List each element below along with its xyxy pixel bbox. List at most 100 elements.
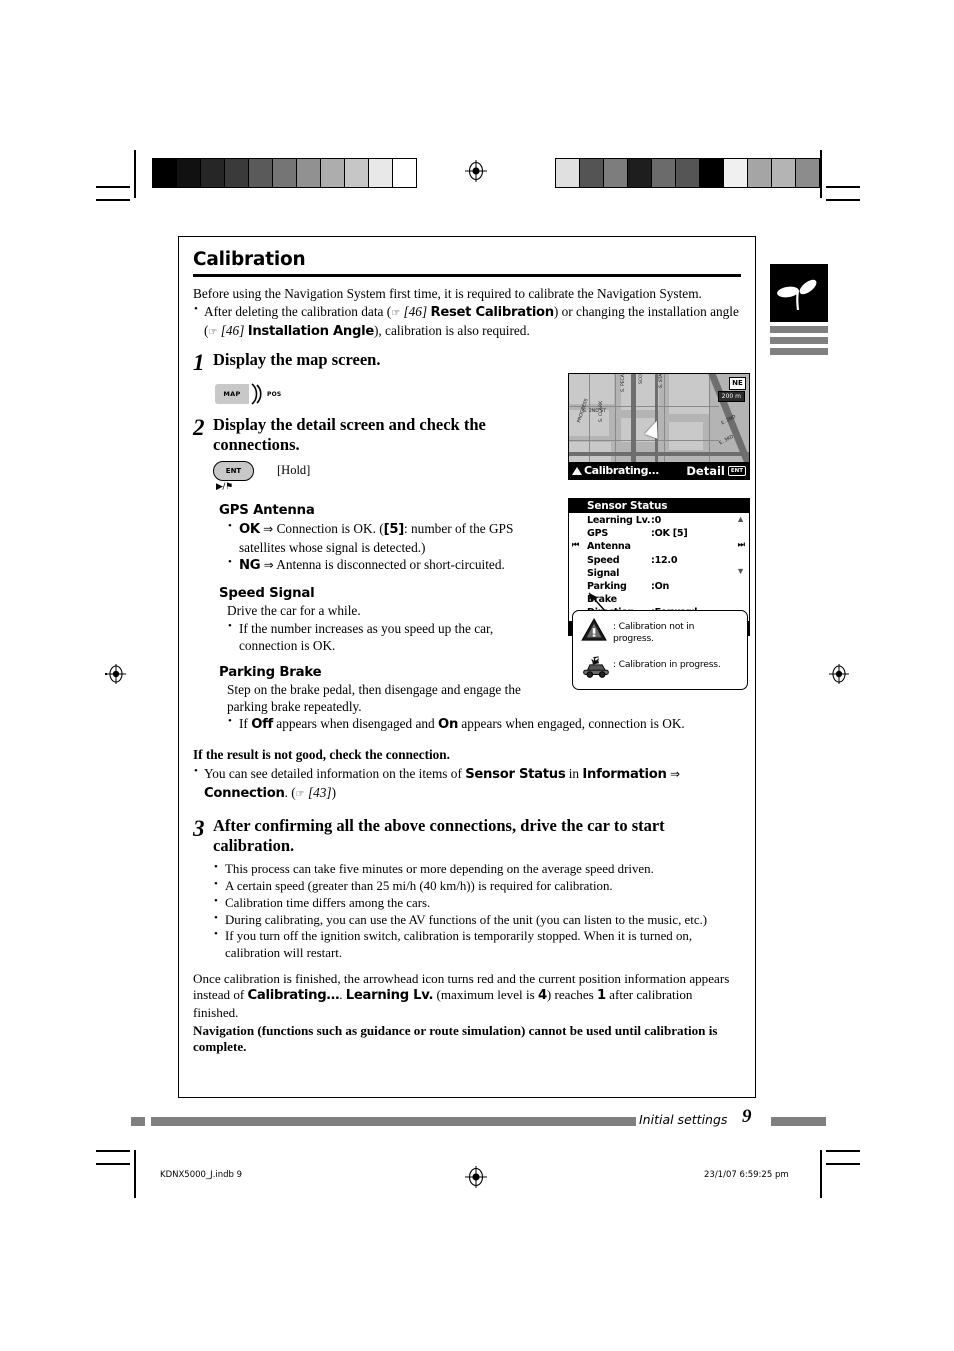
color-calibration-bar-left	[152, 158, 417, 188]
registration-target-bottom	[465, 1166, 487, 1188]
imprint-filename: KDNX5000_J.indb 9	[160, 1170, 243, 1180]
warning-triangle-icon	[581, 617, 613, 647]
closing-d: ) reaches	[546, 987, 598, 1003]
registration-target-left-mid	[106, 664, 126, 684]
street-label: S. PECAN ST	[621, 373, 626, 392]
map-minor-road	[569, 406, 719, 408]
street-label: S. STATE ST	[659, 373, 664, 388]
compass-direction-indicator: NE	[729, 377, 746, 390]
map-block	[569, 374, 614, 404]
pointing-hand-icon-2: ☞	[208, 327, 218, 339]
step-3-body: This process can take five minutes or mo…	[213, 860, 741, 962]
legend-row-not-in-progress: : Calibration not in progress.	[581, 617, 747, 647]
step-3-text: After confirming all the above connectio…	[213, 816, 665, 856]
prev-page-icon[interactable]: ⏮	[572, 540, 579, 550]
step-3-bullet-list: This process can take five minutes or mo…	[213, 860, 741, 962]
chapter-thumb-tab	[770, 264, 828, 355]
color-swatch	[795, 159, 819, 187]
parking-brake-list: If Off appears when disengaged and On ap…	[227, 714, 741, 734]
ent-key-column: ENT ▶/⚑	[213, 461, 265, 492]
color-swatch	[603, 159, 627, 187]
intro-bullet-part3: ), calibration is also required.	[373, 323, 530, 339]
sensor-row-value: :On	[651, 581, 670, 593]
footer-rule-mid	[151, 1117, 636, 1126]
rn-text-c: . (	[284, 785, 296, 801]
color-swatch	[699, 159, 723, 187]
sensor-row: GPS Antenna :OK [5]	[569, 527, 749, 553]
arrow-right-icon: ⇒	[263, 522, 274, 537]
page-title: Calibration	[193, 249, 306, 270]
color-swatch	[651, 159, 675, 187]
map-minor-road	[589, 374, 591, 462]
color-swatch	[320, 159, 344, 187]
scroll-up-icon[interactable]: ▲	[736, 514, 745, 524]
intro-bullet-list: After deleting the calibration data (☞ […	[193, 302, 741, 341]
signal-arcs-icon	[249, 382, 265, 406]
footer-rule-left	[131, 1117, 145, 1126]
color-swatch	[200, 159, 224, 187]
map-key-label: MAP	[215, 384, 249, 405]
step-3: 3 After confirming all the above connect…	[193, 816, 741, 856]
intro-ref-1: [46]	[403, 304, 428, 320]
next-page-icon[interactable]: ⏭	[738, 540, 745, 550]
color-swatch	[723, 159, 747, 187]
color-swatch	[579, 159, 603, 187]
crop-mark-bottom-right-h2	[826, 1163, 860, 1165]
map-major-road-vertical-2	[655, 374, 659, 462]
footer-section-label: Initial settings	[639, 1112, 728, 1127]
step-3-number: 3	[193, 816, 205, 842]
sensor-row: Learning Lv. :0	[569, 514, 749, 527]
navigation-warning: Navigation (functions such as guidance o…	[193, 1022, 718, 1055]
color-calibration-bar-right	[555, 158, 820, 188]
map-minor-road	[664, 374, 666, 462]
crop-mark-bottom-left-h2	[96, 1163, 130, 1165]
color-swatch	[176, 159, 200, 187]
step3-bullet: During calibrating, you can use the AV f…	[213, 911, 741, 929]
result-note-list: You can see detailed information on the …	[193, 764, 741, 803]
gps-ng-label: NG	[239, 558, 261, 574]
map-minor-road	[569, 440, 719, 442]
result-note-heading: If the result is not good, check the con…	[193, 747, 450, 763]
map-block	[669, 422, 703, 450]
closing-paragraph: Once calibration is finished, the arrowh…	[193, 971, 741, 1022]
step3-bullet: If you turn off the ignition switch, cal…	[213, 927, 741, 962]
learning-lv-term: Learning Lv.	[345, 988, 434, 1004]
speed-signal-bullet: If the number increases as you speed up …	[227, 619, 539, 654]
detail-ent-key-badge: ENT	[727, 465, 746, 476]
step-1: 1 Display the map screen.	[193, 350, 741, 374]
crop-mark-top-right-h	[826, 186, 860, 188]
step3-bullet: This process can take five minutes or mo…	[213, 860, 741, 878]
pos-key-label: POS	[267, 390, 282, 398]
reset-calibration-term: Reset Calibration	[430, 305, 554, 321]
rn-text-a: You can see detailed information on the …	[204, 766, 466, 782]
map-pos-key[interactable]: MAP POS	[215, 382, 281, 406]
step-2-number: 2	[193, 415, 205, 441]
street-label: SCOTT A AIR PKWY	[639, 374, 644, 384]
gps-ok-bracket: [5]	[383, 522, 405, 538]
arrow-right-icon-3: ⇒	[669, 767, 681, 782]
registration-target-top	[465, 160, 487, 182]
closing-c: (maximum level is	[433, 987, 538, 1003]
crop-mark-top-right-h2	[826, 199, 860, 201]
sensor-row-label: GPS Antenna	[587, 528, 631, 553]
pb-off-term: Off	[251, 717, 273, 733]
color-swatch	[248, 159, 272, 187]
crop-mark-top-left-h2	[96, 199, 130, 201]
sensor-status-term: Sensor Status	[465, 767, 566, 783]
pb-text-b: appears when disengaged and	[272, 716, 439, 732]
ent-key[interactable]: ENT	[213, 461, 254, 482]
map-major-road-horizontal	[569, 452, 749, 456]
step-1-text: Display the map screen.	[213, 350, 381, 370]
scroll-down-icon[interactable]: ▼	[736, 566, 745, 576]
detail-button-label[interactable]: Detail	[686, 464, 725, 478]
sensor-row-label: Parking Brake	[587, 581, 627, 606]
color-swatch	[392, 159, 416, 187]
color-swatch	[675, 159, 699, 187]
crop-mark-bottom-left-h	[96, 1150, 130, 1152]
sensor-status-title: Sensor Status	[569, 499, 749, 513]
tab-bar-2	[770, 337, 828, 344]
pb-text-c: appears when engaged, connection is OK.	[458, 716, 685, 732]
installation-angle-term: Installation Angle	[247, 324, 375, 340]
map-block	[669, 374, 709, 414]
imprint-timestamp: 23/1/07 6:59:25 pm	[704, 1170, 789, 1180]
